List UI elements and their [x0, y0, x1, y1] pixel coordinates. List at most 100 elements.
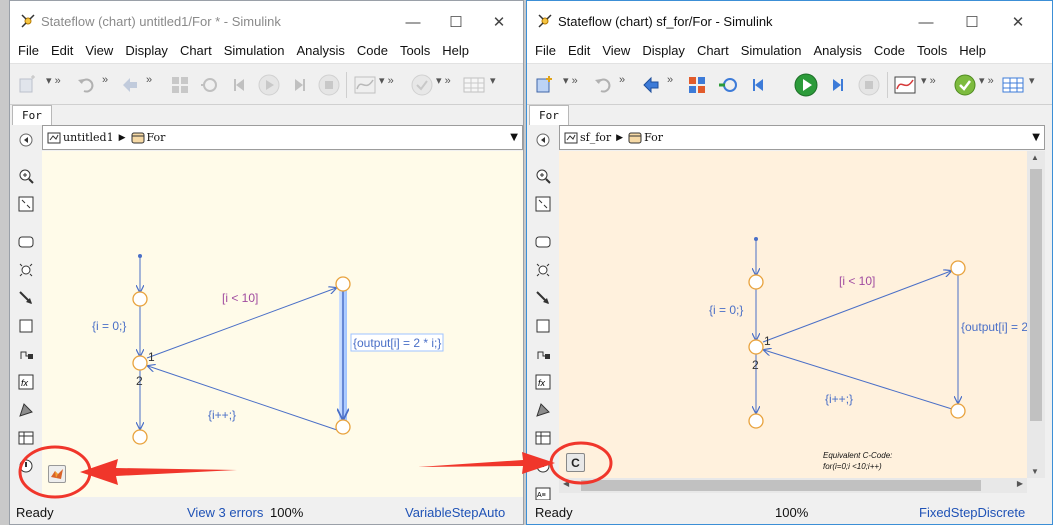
scroll-up-icon[interactable]: ▲	[1031, 153, 1039, 162]
default-transition-tool[interactable]	[15, 287, 37, 309]
junction-2[interactable]	[748, 339, 764, 355]
junction-5[interactable]	[335, 419, 351, 435]
undo-button[interactable]	[72, 71, 100, 99]
menu-file[interactable]: File	[530, 41, 563, 63]
library-browser-button[interactable]	[166, 71, 194, 99]
history-junction-tool[interactable]	[532, 259, 554, 281]
library-browser-button[interactable]	[683, 71, 711, 99]
history-junction-tool[interactable]	[15, 259, 37, 281]
signal-table-button[interactable]	[460, 71, 488, 99]
maximize-button[interactable]: ☐	[949, 9, 995, 35]
signal-table-button[interactable]	[999, 71, 1027, 99]
graphical-function-tool[interactable]	[15, 399, 37, 421]
step-back-button[interactable]	[745, 71, 773, 99]
solver-link[interactable]: VariableStepAuto	[405, 505, 505, 520]
hide-explorer-button[interactable]	[532, 129, 554, 151]
menu-display[interactable]: Display	[637, 41, 692, 63]
menu-tools[interactable]: Tools	[395, 41, 437, 63]
increment-label[interactable]: {i++;}	[825, 392, 853, 406]
junction-3[interactable]	[132, 429, 148, 445]
scroll-right-icon[interactable]: ▶	[1017, 479, 1023, 488]
matlab-function-tool[interactable]: fx	[532, 371, 554, 393]
minimize-button[interactable]: —	[903, 9, 949, 35]
scope-button[interactable]	[351, 71, 379, 99]
model-update-button[interactable]	[196, 71, 224, 99]
init-label[interactable]: {i = 0;}	[92, 319, 126, 333]
fit-view-button[interactable]	[532, 193, 554, 215]
increment-transition[interactable]	[148, 366, 338, 431]
scroll-left-icon[interactable]: ◀	[563, 479, 569, 488]
menu-chart[interactable]: Chart	[175, 41, 219, 63]
box-tool[interactable]	[15, 315, 37, 337]
undo-button[interactable]	[589, 71, 617, 99]
simulink-function-tool[interactable]	[532, 343, 554, 365]
menu-help[interactable]: Help	[437, 41, 476, 63]
left-breadcrumb-bar[interactable]: untitled1 ▶ For ▼	[42, 125, 523, 150]
horizontal-scrollbar[interactable]: ◀ ▶	[559, 478, 1027, 493]
annotation-tool[interactable]	[532, 455, 554, 477]
menu-edit[interactable]: Edit	[563, 41, 597, 63]
breadcrumb-chart[interactable]: For	[147, 131, 166, 144]
right-title-bar[interactable]: Stateflow (chart) sf_for/For - Simulink …	[527, 1, 1052, 41]
menu-edit[interactable]: Edit	[46, 41, 80, 63]
left-chart-canvas[interactable]: {i = 0;} [i < 10] {output[i] = 2 * i;} {…	[42, 151, 523, 497]
junction-1[interactable]	[132, 291, 148, 307]
breadcrumb-model[interactable]: untitled1	[63, 131, 114, 144]
menu-code[interactable]: Code	[352, 41, 395, 63]
tab-for[interactable]: For	[529, 105, 569, 125]
init-label[interactable]: {i = 0;}	[709, 303, 743, 317]
right-chart-canvas[interactable]: {i = 0;} [i < 10] {output[i] = 2 {i++;} …	[559, 151, 1045, 478]
run-button[interactable]	[792, 71, 820, 99]
zoom-in-button[interactable]	[532, 165, 554, 187]
maximize-button[interactable]: ☐	[433, 9, 479, 35]
menu-view[interactable]: View	[597, 41, 637, 63]
model-update-button[interactable]	[715, 71, 743, 99]
junction-4[interactable]	[950, 260, 966, 276]
menu-help[interactable]: Help	[954, 41, 993, 63]
junction-2[interactable]	[132, 355, 148, 371]
menu-view[interactable]: View	[80, 41, 120, 63]
left-bottom-button[interactable]	[48, 465, 66, 483]
new-button[interactable]	[531, 71, 559, 99]
step-back-button[interactable]	[226, 71, 254, 99]
annotation-tool[interactable]	[15, 455, 37, 477]
increment-label[interactable]: {i++;}	[208, 408, 236, 422]
back-button[interactable]	[116, 71, 144, 99]
fit-view-button[interactable]	[15, 193, 37, 215]
right-breadcrumb-bar[interactable]: sf_for ▶ For ▼	[559, 125, 1045, 150]
truth-table-tool[interactable]	[15, 427, 37, 449]
breadcrumb-dropdown-icon[interactable]: ▼	[1032, 132, 1040, 143]
increment-transition[interactable]	[764, 350, 953, 410]
truth-table-tool[interactable]	[532, 427, 554, 449]
menu-display[interactable]: Display	[120, 41, 175, 63]
check-button[interactable]	[951, 71, 979, 99]
breadcrumb-chart[interactable]: For	[644, 131, 663, 144]
junction-1[interactable]	[748, 274, 764, 290]
default-transition-tool[interactable]	[532, 287, 554, 309]
matlab-function-tool[interactable]: fx	[15, 371, 37, 393]
menu-code[interactable]: Code	[869, 41, 912, 63]
solver-link[interactable]: FixedStepDiscrete	[919, 505, 1025, 520]
scroll-down-icon[interactable]: ▼	[1031, 467, 1039, 476]
view-errors-link[interactable]: View 3 errors	[187, 505, 263, 520]
run-button[interactable]	[255, 71, 283, 99]
state-tool[interactable]	[15, 231, 37, 253]
vertical-scrollbar[interactable]: ▲ ▼	[1027, 151, 1045, 478]
breadcrumb-dropdown-icon[interactable]: ▼	[510, 132, 518, 143]
minimize-button[interactable]: —	[390, 9, 436, 35]
breadcrumb-model[interactable]: sf_for	[580, 131, 611, 144]
menu-tools[interactable]: Tools	[912, 41, 954, 63]
left-title-bar[interactable]: Stateflow (chart) untitled1/For * - Simu…	[10, 1, 523, 41]
new-button[interactable]	[14, 71, 42, 99]
graphical-function-tool[interactable]	[532, 399, 554, 421]
zoom-in-button[interactable]	[15, 165, 37, 187]
horizontal-scroll-thumb[interactable]	[581, 480, 981, 491]
menu-simulation[interactable]: Simulation	[736, 41, 809, 63]
condition-label[interactable]: [i < 10]	[222, 291, 258, 305]
close-button[interactable]: ✕	[995, 9, 1041, 35]
state-tool[interactable]	[532, 231, 554, 253]
scope-button[interactable]	[891, 71, 919, 99]
action-label[interactable]: {output[i] = 2 * i;}	[353, 336, 441, 350]
action-label[interactable]: {output[i] = 2	[961, 320, 1028, 334]
tab-for[interactable]: For	[12, 105, 52, 125]
